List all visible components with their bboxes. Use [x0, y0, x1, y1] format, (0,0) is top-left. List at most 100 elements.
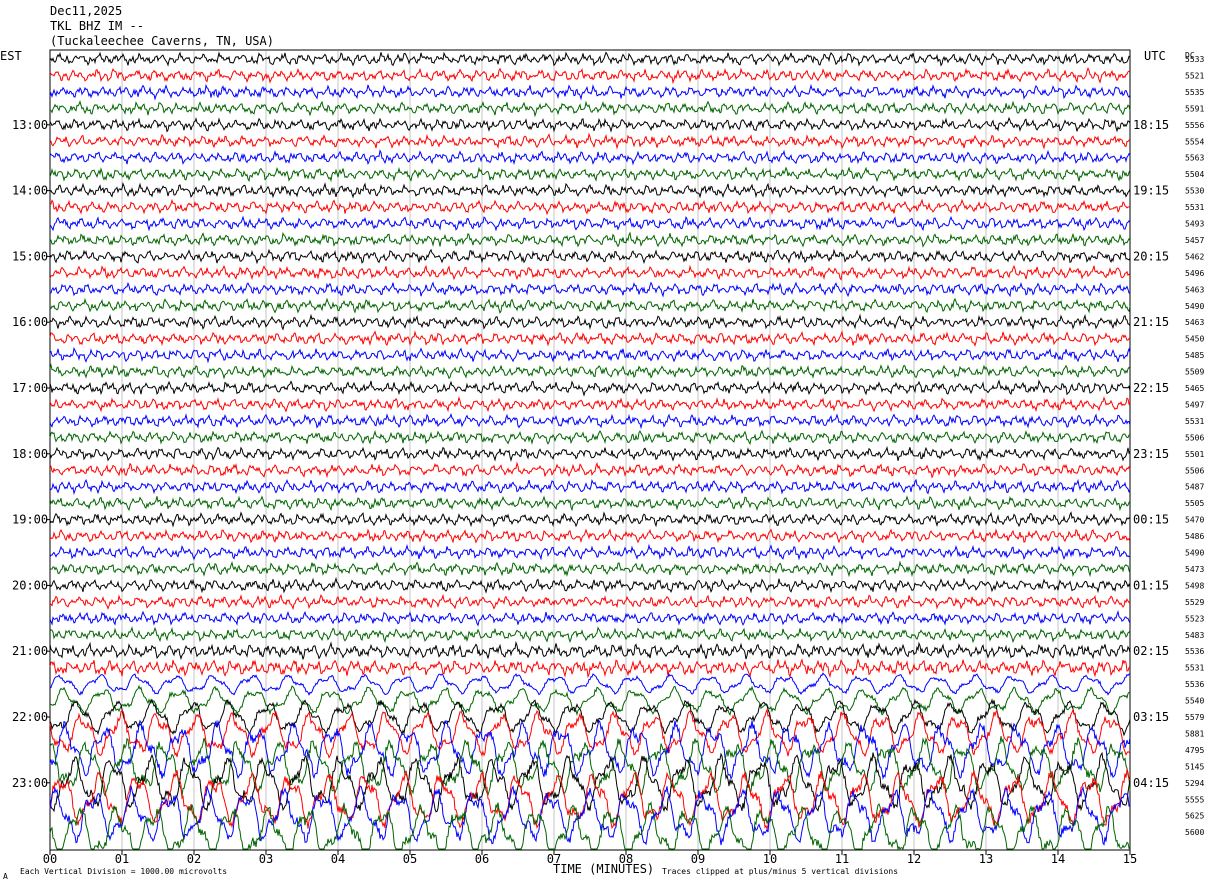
x-tick-label: 07 [547, 852, 561, 866]
dc-offset-value: 5535 [1185, 88, 1204, 97]
utc-hour-label: 19:15 [1133, 184, 1169, 198]
dc-offset-value: 5625 [1185, 812, 1204, 821]
trace-row-6 [49, 132, 1131, 150]
x-tick-label: 15 [1123, 852, 1137, 866]
dc-offset-value: 5501 [1185, 450, 1204, 459]
dc-offset-value: 5531 [1185, 664, 1204, 673]
x-tick-label: 04 [331, 852, 345, 866]
utc-hour-label: 23:15 [1133, 447, 1169, 461]
est-hour-label: 14:00 [12, 184, 48, 198]
dc-offset-value: 5881 [1185, 729, 1204, 738]
x-tick-label: 05 [403, 852, 417, 866]
dc-offset-value: 5463 [1185, 318, 1204, 327]
dc-offset-value: 5490 [1185, 302, 1204, 311]
dc-offset-value: 5483 [1185, 631, 1204, 640]
est-hour-label: 16:00 [12, 315, 48, 329]
trace-row-38 [49, 657, 1131, 679]
dc-offset-value: 5531 [1185, 417, 1204, 426]
trace-row-27 [49, 478, 1131, 496]
dc-offset-value: 5493 [1185, 220, 1204, 229]
dc-offset-value: 5555 [1185, 795, 1204, 804]
dc-offset-value: 5487 [1185, 483, 1204, 492]
dc-offset-value: 5556 [1185, 121, 1204, 130]
est-hour-label: 20:00 [12, 578, 48, 592]
dc-offset-value: 5450 [1185, 335, 1204, 344]
dc-offset-value: 5536 [1185, 680, 1204, 689]
dc-offset-value: 5498 [1185, 581, 1204, 590]
dc-offset-value: 5294 [1185, 779, 1204, 788]
est-hour-label: 19:00 [12, 513, 48, 527]
x-tick-label: 01 [115, 852, 129, 866]
trace-row-16 [49, 297, 1131, 315]
dc-offset-value: 5531 [1185, 203, 1204, 212]
trace-row-23 [49, 412, 1131, 430]
trace-row-36 [49, 626, 1131, 644]
trace-row-26 [49, 461, 1131, 479]
dc-offset-value: 5563 [1185, 154, 1204, 163]
dc-offset-value: 5540 [1185, 697, 1204, 706]
dc-offset-value: 5521 [1185, 71, 1204, 80]
dc-offset-value: 5473 [1185, 565, 1204, 574]
trace-row-1 [49, 51, 1131, 67]
x-tick-label: 08 [619, 852, 633, 866]
dc-offset-value: 5462 [1185, 252, 1204, 261]
trace-row-7 [49, 149, 1131, 166]
x-tick-label: 00 [43, 852, 57, 866]
x-tick-label: 11 [835, 852, 849, 866]
dc-offset-value: 5506 [1185, 466, 1204, 475]
trace-row-30 [49, 528, 1131, 544]
dc-offset-value: 5523 [1185, 614, 1204, 623]
est-hour-label: 18:00 [12, 447, 48, 461]
trace-row-41 [49, 698, 1131, 737]
trace-row-5 [49, 116, 1131, 133]
trace-row-35 [49, 609, 1131, 627]
utc-hour-label: 01:15 [1133, 578, 1169, 592]
trace-row-10 [49, 198, 1131, 216]
seismogram-plot: 5533 5521 5535 5591 5556 5554 5563 5504 5530 5531… [12, 49, 1204, 866]
utc-hour-label: 22:15 [1133, 381, 1169, 395]
dc-offset-value: 5496 [1185, 269, 1204, 278]
trace-row-4 [49, 99, 1131, 118]
dc-offset-value: 5485 [1185, 351, 1204, 360]
dc-offset-value: 5591 [1185, 104, 1204, 113]
trace-row-17 [49, 313, 1131, 331]
dc-offset-value: 5470 [1185, 516, 1204, 525]
trace-row-24 [49, 429, 1131, 446]
trace-row-37 [49, 640, 1131, 661]
trace-row-28 [49, 495, 1131, 512]
utc-hour-label: 00:15 [1133, 513, 1169, 527]
trace-row-25 [49, 445, 1131, 462]
trace-row-13 [49, 248, 1131, 265]
dc-offset-value: 5530 [1185, 187, 1204, 196]
trace-row-21 [49, 379, 1131, 397]
trace-row-33 [49, 576, 1131, 594]
utc-hour-label: 04:15 [1133, 776, 1169, 790]
trace-row-12 [49, 231, 1131, 248]
x-tick-label: 06 [475, 852, 489, 866]
est-hour-label: 23:00 [12, 776, 48, 790]
trace-row-18 [49, 330, 1131, 347]
utc-hour-label: 03:15 [1133, 710, 1169, 724]
dc-offset-value: 5554 [1185, 137, 1204, 146]
utc-hour-label: 21:15 [1133, 315, 1169, 329]
x-tick-label: 14 [1051, 852, 1065, 866]
x-tick-label: 02 [187, 852, 201, 866]
dc-offset-value: 5457 [1185, 236, 1204, 245]
dc-offset-value: 5506 [1185, 433, 1204, 442]
dc-offset-value: 5504 [1185, 170, 1204, 179]
est-hour-label: 17:00 [12, 381, 48, 395]
x-tick-label: 12 [907, 852, 921, 866]
trace-row-3 [49, 83, 1131, 101]
utc-hour-label: 02:15 [1133, 644, 1169, 658]
dc-offset-value: 5509 [1185, 368, 1204, 377]
trace-row-20 [49, 363, 1131, 380]
dc-offset-value: 5533 [1185, 55, 1204, 64]
est-hour-label: 15:00 [12, 249, 48, 263]
x-tick-label: 09 [691, 852, 705, 866]
trace-row-8 [49, 166, 1131, 183]
dc-offset-value: 5465 [1185, 384, 1204, 393]
trace-row-11 [49, 215, 1131, 232]
dc-offset-value: 5505 [1185, 499, 1204, 508]
est-hour-label: 22:00 [12, 710, 48, 724]
trace-row-32 [49, 560, 1131, 578]
